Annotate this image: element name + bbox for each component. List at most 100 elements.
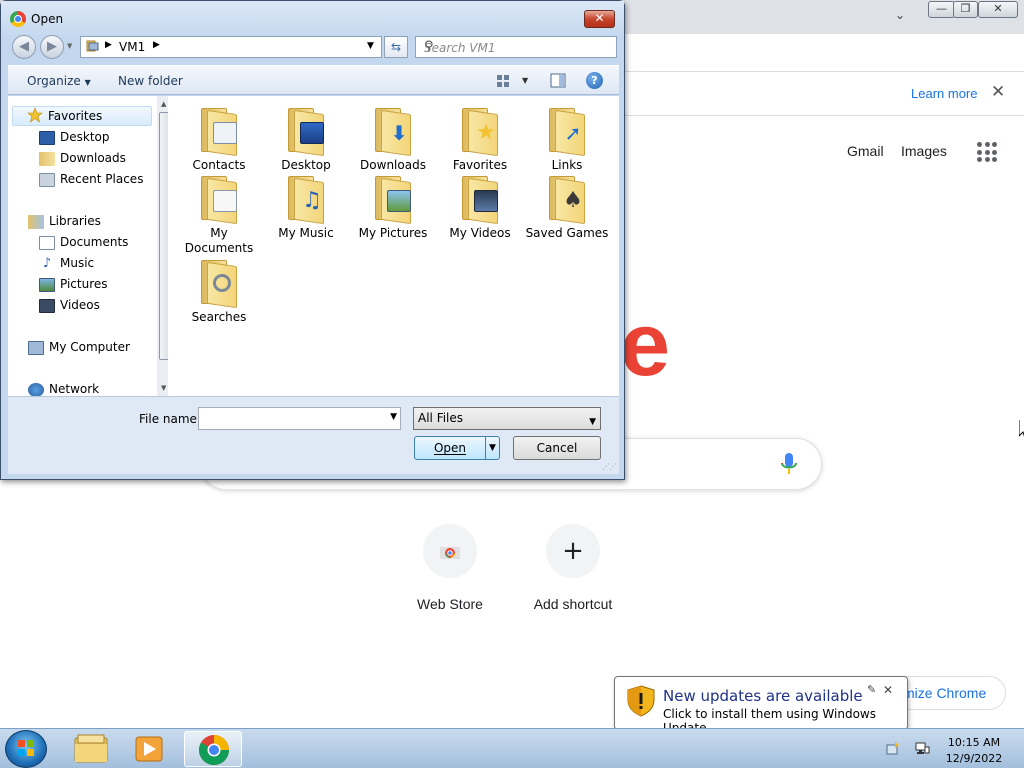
- help-icon[interactable]: ?: [586, 72, 603, 89]
- taskbar: 10:15 AM 12/9/2022: [0, 728, 1024, 768]
- breadcrumb-vm1[interactable]: VM1: [119, 40, 145, 54]
- open-button[interactable]: Open ▼: [414, 436, 500, 460]
- videos-icon: [39, 298, 55, 313]
- file-type-filter[interactable]: All Files ▼: [413, 407, 601, 430]
- contacts-folder-icon: [199, 106, 239, 157]
- pictures-folder-icon: [373, 174, 413, 225]
- downloads-folder-icon: ⬇: [373, 106, 413, 157]
- update-notification-balloon[interactable]: New updates are available Click to insta…: [614, 676, 908, 739]
- images-link[interactable]: Images: [901, 143, 947, 159]
- address-dropdown-icon[interactable]: ▼: [367, 41, 374, 51]
- folder-item-my-videos[interactable]: My Videos: [437, 174, 523, 241]
- google-logo-fragment: e: [620, 295, 671, 395]
- learn-more-link[interactable]: Learn more: [911, 86, 977, 101]
- nav-documents[interactable]: Documents: [39, 233, 128, 253]
- google-apps-icon[interactable]: [977, 142, 997, 162]
- plus-icon: +: [546, 524, 600, 578]
- folder-item-saved-games[interactable]: ♠ Saved Games: [524, 174, 610, 241]
- breadcrumb-arrow-icon[interactable]: ▶: [105, 40, 112, 50]
- infobar-close-icon[interactable]: ✕: [991, 82, 1005, 102]
- scroll-up-icon[interactable]: ▲: [161, 100, 166, 108]
- folder-item-desktop[interactable]: Desktop: [263, 106, 349, 173]
- clock-time: 10:15 AM: [947, 736, 1001, 749]
- file-name-dropdown-icon[interactable]: ▼: [390, 412, 397, 422]
- shortcut-label: Add shortcut: [533, 596, 613, 612]
- restore-button[interactable]: ❐: [953, 1, 978, 18]
- taskbar-media-player[interactable]: [120, 731, 178, 767]
- nav-downloads[interactable]: Downloads: [39, 149, 126, 169]
- filter-dropdown-icon[interactable]: ▼: [589, 412, 596, 433]
- pictures-icon: [39, 277, 55, 292]
- search-box[interactable]: Search VM1 ⚲: [415, 36, 617, 58]
- folder-item-my-documents[interactable]: My Documents: [176, 174, 262, 256]
- resize-grip-icon[interactable]: ⋰⋰: [602, 462, 617, 471]
- network-tray-icon[interactable]: [914, 741, 930, 760]
- voice-search-mic-icon[interactable]: [780, 452, 798, 476]
- media-player-icon: [135, 736, 163, 762]
- nav-favorites[interactable]: Favorites: [12, 106, 152, 126]
- recent-places-icon: [39, 172, 55, 187]
- nav-libraries[interactable]: Libraries: [28, 212, 101, 232]
- open-split-dropdown-icon[interactable]: ▼: [485, 437, 499, 459]
- refresh-button[interactable]: ⇆: [384, 36, 408, 58]
- games-folder-icon: ♠: [547, 174, 587, 225]
- tab-search-chevron-icon[interactable]: ⌄: [895, 8, 905, 22]
- notification-close-icon[interactable]: ✕: [883, 683, 893, 697]
- open-file-dialog: Open ✕ ◀ ▶ ▼ ▶ VM1 ▶ ▼ ⇆ Search VM1 ⚲ Or…: [0, 0, 625, 480]
- favorites-folder-icon: ★: [460, 106, 500, 157]
- folder-item-searches[interactable]: Searches: [176, 258, 262, 325]
- recent-locations-chevron-icon[interactable]: ▼: [67, 42, 72, 50]
- folder-item-favorites[interactable]: ★ Favorites: [437, 106, 523, 173]
- nav-recent-places[interactable]: Recent Places: [39, 170, 143, 190]
- dialog-footer: File name: ▼ All Files ▼ Open ▼ Cancel ⋰…: [8, 396, 619, 474]
- minimize-button[interactable]: —: [928, 1, 955, 18]
- dialog-close-button[interactable]: ✕: [584, 10, 615, 28]
- shortcut-add[interactable]: + Add shortcut: [513, 524, 633, 612]
- dialog-title-bar[interactable]: Open ✕: [1, 1, 624, 35]
- cancel-button[interactable]: Cancel: [513, 436, 601, 460]
- scroll-down-icon[interactable]: ▼: [161, 384, 166, 392]
- windows-logo-icon: [18, 740, 34, 756]
- window-close-button[interactable]: ✕: [978, 1, 1018, 18]
- nav-videos[interactable]: Videos: [39, 296, 100, 316]
- clock-date: 12/9/2022: [945, 752, 1003, 765]
- shortcut-web-store[interactable]: Web Store: [390, 524, 510, 612]
- file-name-label: File name:: [139, 412, 201, 426]
- computer-small-icon: [86, 39, 100, 56]
- mouse-cursor-icon: [1019, 420, 1024, 437]
- change-view-icon[interactable]: [496, 74, 510, 91]
- folder-item-my-music[interactable]: ♫ My Music: [263, 174, 349, 241]
- music-note-icon: ♪: [42, 255, 52, 271]
- taskbar-chrome[interactable]: [184, 731, 242, 767]
- system-clock[interactable]: 10:15 AM 12/9/2022: [943, 735, 1005, 767]
- navigation-pane: Favorites Desktop Downloads Recent Place…: [8, 96, 173, 397]
- desktop-folder-icon: [286, 106, 326, 157]
- taskbar-explorer[interactable]: [62, 731, 120, 767]
- preview-pane-icon[interactable]: [550, 73, 566, 91]
- address-bar[interactable]: ▶ VM1 ▶ ▼: [80, 36, 382, 58]
- forward-button[interactable]: ▶: [40, 35, 64, 59]
- explorer-folder-icon: [74, 734, 108, 763]
- gmail-link[interactable]: Gmail: [847, 143, 884, 159]
- start-button[interactable]: [5, 730, 47, 768]
- notification-options-icon[interactable]: ✎: [867, 683, 876, 696]
- folder-item-contacts[interactable]: Contacts: [176, 106, 262, 173]
- back-button[interactable]: ◀: [12, 35, 36, 59]
- windows-update-tray-icon[interactable]: [886, 741, 900, 758]
- nav-pictures[interactable]: Pictures: [39, 275, 108, 295]
- chrome-icon: [198, 735, 229, 766]
- new-folder-button[interactable]: New folder: [118, 74, 183, 88]
- nav-my-computer[interactable]: My Computer: [28, 338, 130, 358]
- web-store-icon: [423, 524, 477, 578]
- breadcrumb-arrow-icon[interactable]: ▶: [153, 40, 160, 50]
- folder-item-my-pictures[interactable]: My Pictures: [350, 174, 436, 241]
- downloads-icon: [39, 151, 55, 166]
- folder-item-downloads[interactable]: ⬇ Downloads: [350, 106, 436, 173]
- nav-music[interactable]: ♪ Music: [39, 254, 94, 274]
- folder-item-links[interactable]: ➚ Links: [524, 106, 610, 173]
- view-dropdown-icon[interactable]: ▼: [522, 76, 528, 85]
- nav-desktop[interactable]: Desktop: [39, 128, 110, 148]
- search-icon: ⚲: [424, 39, 434, 54]
- organize-button[interactable]: Organize ▼: [27, 74, 91, 88]
- file-name-input[interactable]: ▼: [198, 407, 401, 430]
